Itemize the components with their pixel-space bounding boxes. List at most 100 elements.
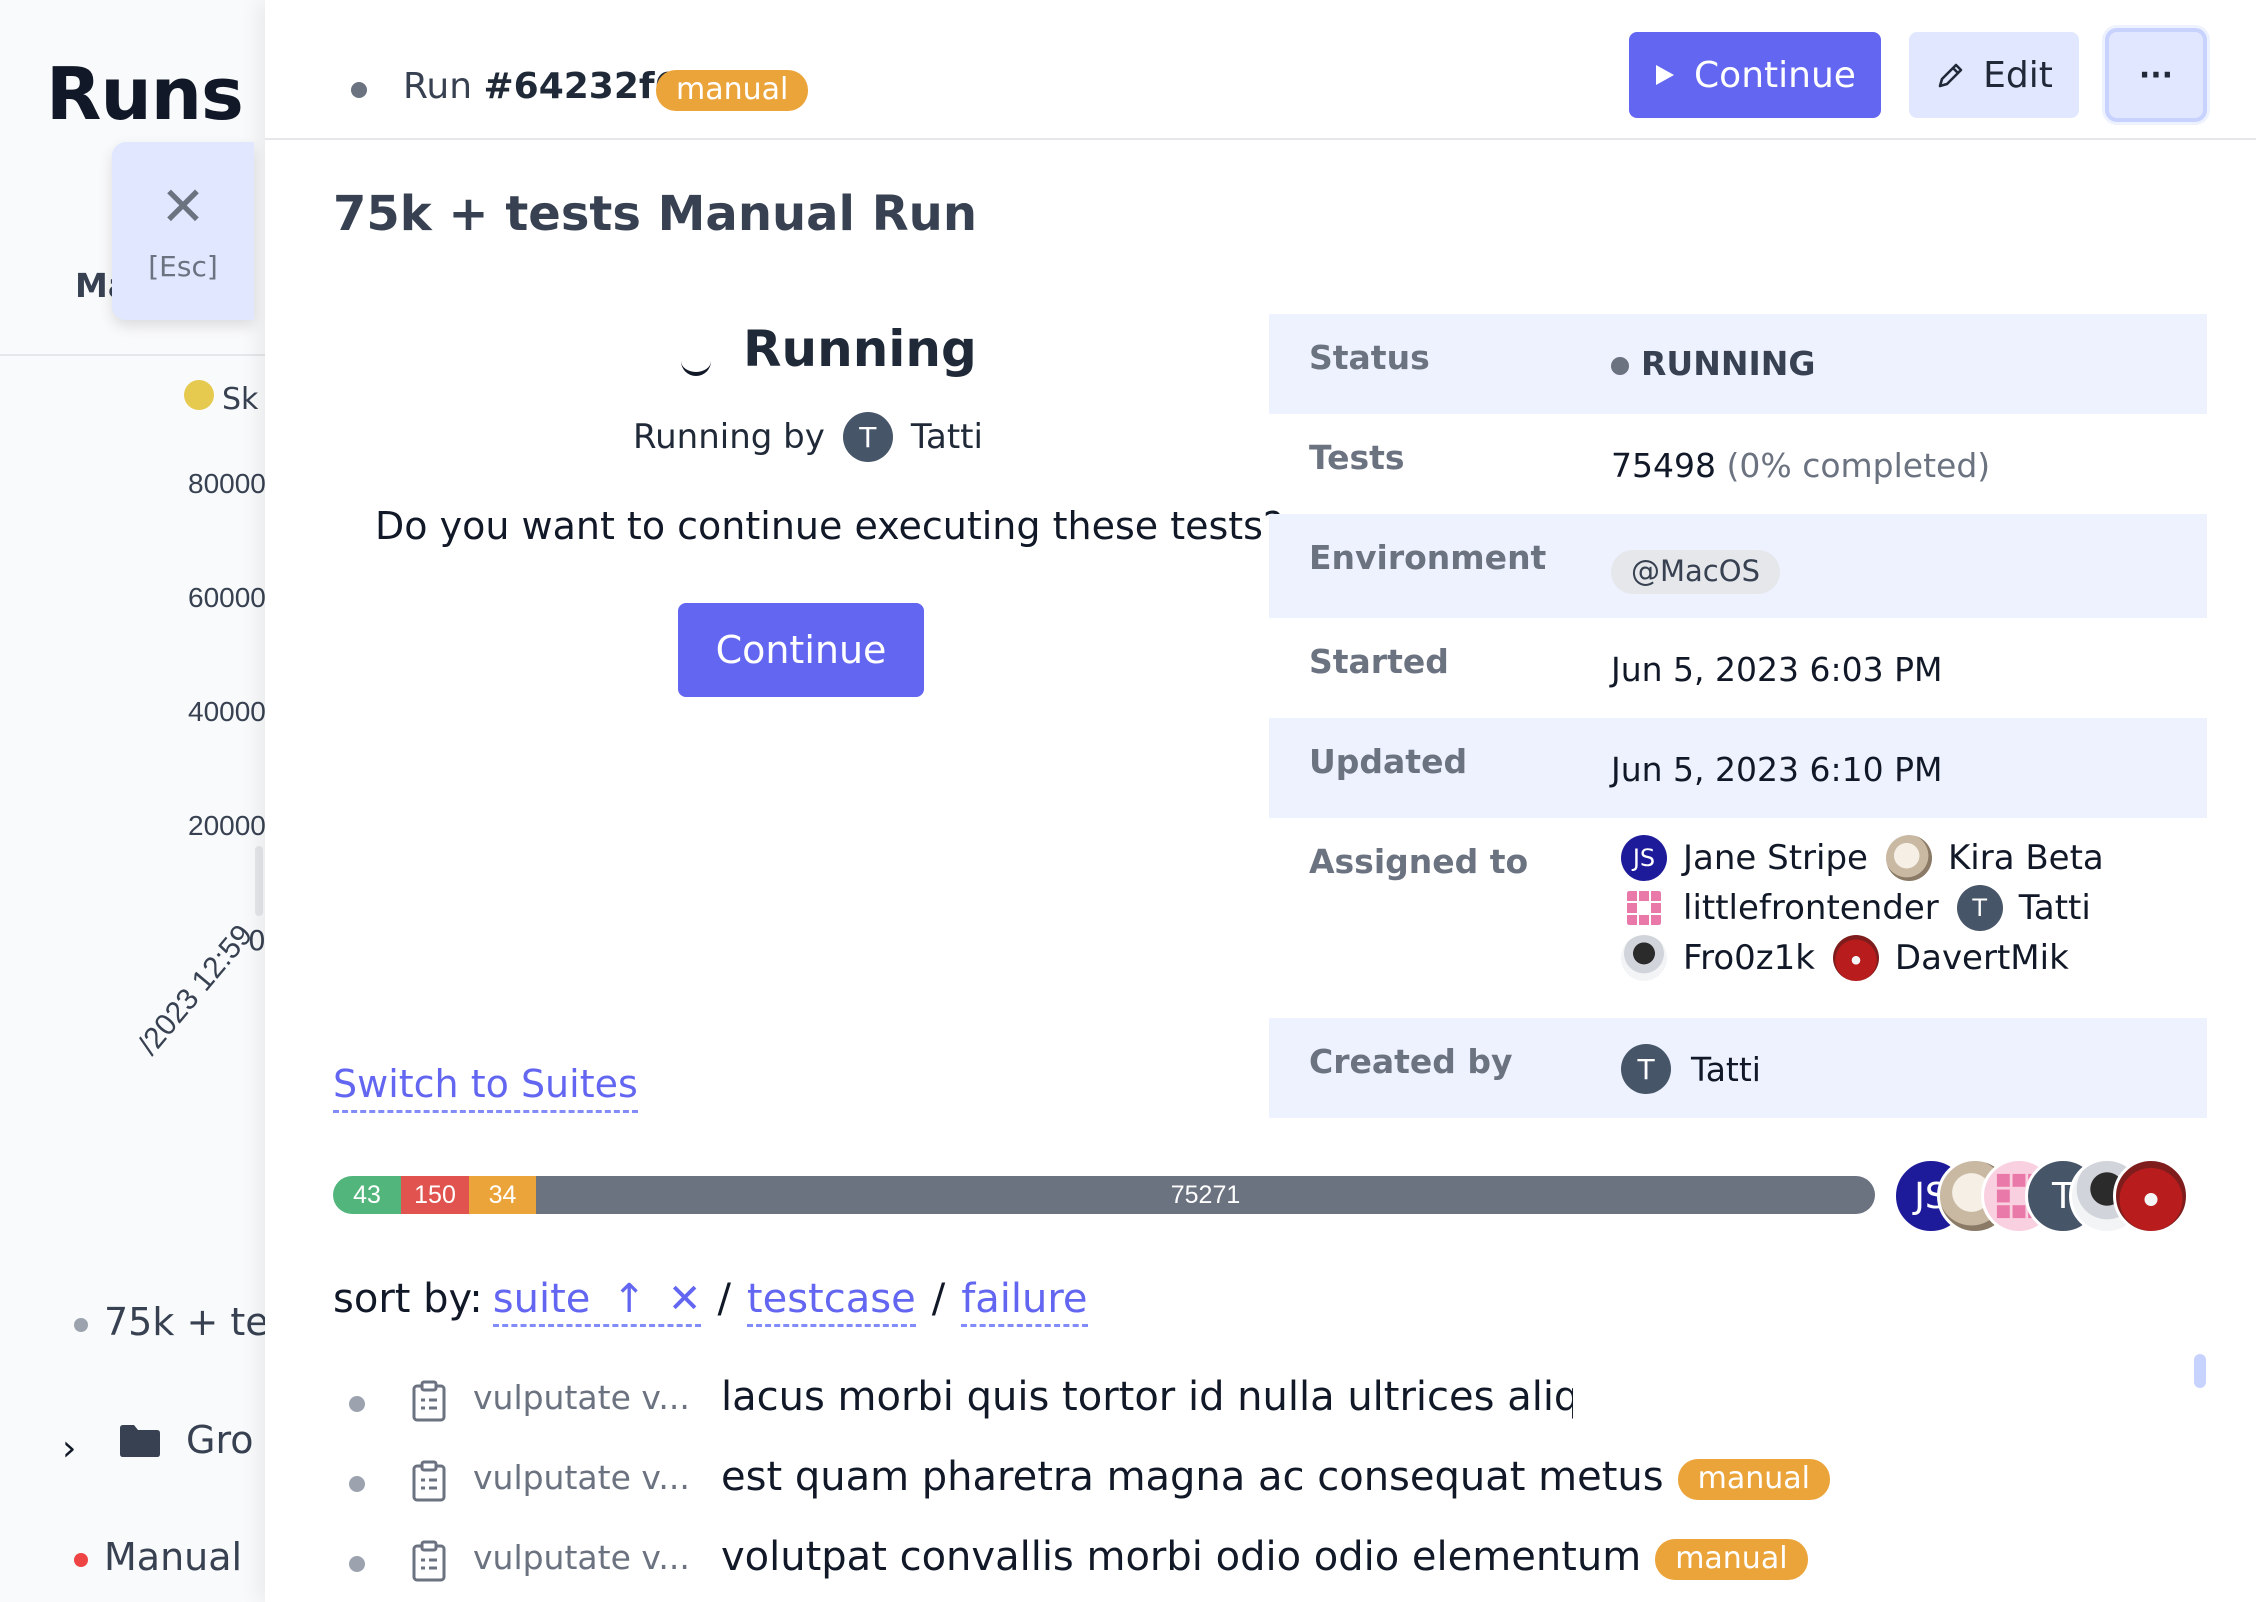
avatar: [1832, 935, 1879, 981]
test-title: est quam pharetra magna ac consequat met…: [721, 1454, 1830, 1500]
updated-value: Jun 5, 2023 6:10 PM: [1611, 750, 1943, 789]
arrow-up-icon[interactable]: ↑: [612, 1276, 646, 1322]
status-text: RUNNING: [1641, 344, 1816, 383]
run-details-table: Status RUNNING Tests 75498 (0% completed…: [1269, 314, 2207, 1118]
assignee-name: Fro0z1k: [1683, 938, 1815, 978]
close-drawer-button[interactable]: ✕ [Esc]: [112, 142, 254, 320]
run-status-title: Running: [743, 320, 977, 378]
group-list-item[interactable]: Gro: [186, 1418, 253, 1462]
page-title: Runs: [46, 52, 244, 136]
tests-count: 75498: [1611, 446, 1716, 485]
test-row[interactable]: vulputate v... volutpat convallis morbi …: [265, 1534, 2165, 1594]
clear-sort-icon[interactable]: ✕: [668, 1276, 702, 1322]
detail-label: Environment: [1309, 538, 1547, 577]
tests-percent: (0% completed): [1726, 446, 1991, 485]
run-id-prefix: Run: [403, 66, 484, 107]
manual-badge: manual: [1655, 1538, 1808, 1580]
assignee[interactable]: Kira Beta: [1885, 835, 2104, 881]
avatar: [1885, 835, 1932, 881]
x-tick-label: /2023 12:59: [132, 918, 260, 1062]
detail-label: Updated: [1309, 742, 1468, 781]
assignee[interactable]: T Tatti: [1956, 885, 2091, 931]
esc-hint: [Esc]: [148, 249, 218, 283]
created-by-value: T Tatti: [1621, 1044, 1761, 1094]
background-scrollbar[interactable]: [255, 846, 263, 916]
manual-badge: manual: [1677, 1458, 1830, 1500]
continue-label: Continue: [1694, 54, 1856, 96]
detail-row-environment: Environment @MacOS: [1269, 514, 2207, 618]
run-list-item[interactable]: 75k + tes: [104, 1300, 265, 1344]
avatar: [1621, 935, 1667, 981]
run-status-dot: [351, 82, 367, 98]
more-options-button[interactable]: ···: [2105, 28, 2207, 122]
test-row[interactable]: vulputate v... est quam pharetra magna a…: [265, 1454, 2165, 1514]
test-row[interactable]: vulputate v... lacus morbi quis tortor i…: [265, 1374, 2165, 1434]
clipboard-icon: [412, 1380, 446, 1422]
sort-by-testcase[interactable]: testcase: [746, 1276, 916, 1327]
status-value: RUNNING: [1611, 344, 1815, 383]
folder-icon: [120, 1425, 160, 1457]
avatar: JS: [1621, 835, 1667, 881]
continue-prompt: Do you want to continue executing these …: [375, 504, 1284, 548]
avatar: T: [842, 412, 893, 462]
clipboard-icon: [412, 1540, 446, 1582]
sort-suite-label: suite: [492, 1276, 591, 1322]
assignee[interactable]: Fro0z1k: [1621, 935, 1815, 981]
running-by-name: Tatti: [910, 417, 983, 457]
sort-separator: /: [931, 1276, 946, 1322]
detail-label: Assigned to: [1309, 842, 1529, 881]
edit-button[interactable]: Edit: [1909, 32, 2079, 118]
pending-segment: 75271: [536, 1176, 1875, 1214]
clipboard-icon: [412, 1460, 446, 1502]
sort-label: sort by:: [333, 1276, 483, 1322]
detail-label: Status: [1309, 338, 1430, 377]
detail-label: Created by: [1309, 1042, 1513, 1081]
failed-segment: 150: [401, 1176, 469, 1214]
y-tick-label: 40000: [188, 696, 265, 727]
edit-label: Edit: [1983, 54, 2053, 96]
legend-label: Sk: [222, 382, 259, 417]
sort-by-failure[interactable]: failure: [961, 1276, 1088, 1327]
assignee-avatar-stack[interactable]: JS T: [1893, 1158, 2203, 1234]
chevron-right-icon[interactable]: ›: [62, 1428, 76, 1469]
assignee[interactable]: DavertMik: [1832, 935, 2069, 981]
close-icon: ✕: [160, 174, 206, 238]
running-by-label: Running by: [633, 417, 825, 457]
spinner-icon: [681, 346, 711, 376]
switch-to-suites-link[interactable]: Switch to Suites: [333, 1062, 638, 1113]
run-detail-drawer: Run #64232f6c manual Continue Edit ··· 7…: [265, 0, 2256, 1602]
passed-segment: 43: [333, 1176, 401, 1214]
test-title-clip: lacus morbi quis tortor id nulla ultrice…: [721, 1374, 1573, 1434]
avatar: [2113, 1158, 2189, 1234]
status-dot: [1611, 356, 1629, 375]
detail-label: Started: [1309, 642, 1449, 681]
y-tick-label: 20000: [188, 810, 265, 841]
assignee[interactable]: littlefrontender: [1621, 885, 1939, 931]
running-by: Running by T Tatti: [633, 412, 983, 462]
assignee-name: Kira Beta: [1947, 838, 2104, 878]
detail-row-tests: Tests 75498 (0% completed): [1269, 414, 2207, 514]
run-list-item[interactable]: Manual: [104, 1535, 242, 1579]
detail-row-status: Status RUNNING: [1269, 314, 2207, 414]
sort-by-suite[interactable]: suite ↑ ✕: [492, 1276, 702, 1327]
test-title-text: est quam pharetra magna ac consequat met…: [721, 1454, 1664, 1500]
sort-separator: /: [717, 1276, 731, 1322]
more-icon: ···: [2138, 57, 2174, 93]
started-value: Jun 5, 2023 6:03 PM: [1611, 650, 1943, 689]
test-suite-name: vulputate v...: [473, 1458, 690, 1497]
y-tick-label: 60000: [188, 582, 265, 613]
detail-row-started: Started Jun 5, 2023 6:03 PM: [1269, 618, 2207, 718]
continue-run-button[interactable]: Continue: [678, 603, 924, 697]
test-status-dot: [349, 1476, 365, 1492]
drawer-header: Run #64232f6c manual Continue Edit ···: [265, 0, 2256, 140]
list-scrollbar[interactable]: [2194, 1354, 2206, 1388]
continue-button[interactable]: Continue: [1629, 32, 1881, 118]
run-status-dot: [74, 1553, 88, 1567]
progress-bar: 43 150 34 75271: [333, 1176, 1875, 1214]
test-title: volutpat convallis morbi odio odio eleme…: [721, 1534, 1808, 1580]
assignee[interactable]: JS Jane Stripe: [1621, 835, 1868, 881]
run-status-dot: [74, 1318, 88, 1332]
background-divider: [0, 354, 265, 356]
play-icon: [1656, 65, 1675, 85]
test-status-dot: [349, 1556, 365, 1572]
